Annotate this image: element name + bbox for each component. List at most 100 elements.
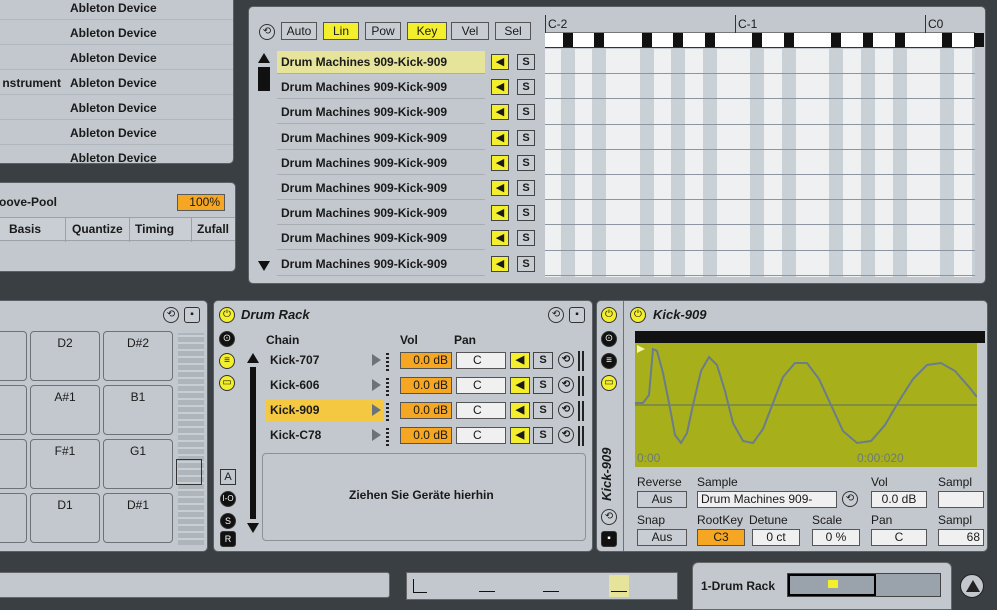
pad-overview-selector[interactable] [176, 459, 202, 485]
speaker-icon[interactable]: ◀ [491, 205, 509, 222]
sel-button[interactable]: Sel [495, 22, 531, 40]
solo-button[interactable]: S [517, 104, 535, 121]
hotswap-icon[interactable]: ⟲ [842, 491, 858, 507]
sample-select[interactable]: Drum Machines 909- [697, 491, 837, 508]
pad-overview[interactable] [178, 333, 204, 545]
hotswap-icon[interactable]: ⟲ [558, 427, 574, 443]
play-icon[interactable] [372, 404, 381, 416]
list-item[interactable]: Ableton Device [0, 45, 233, 70]
list-item[interactable]: Ableton Device [0, 145, 233, 163]
black-key[interactable] [973, 33, 984, 47]
lane-name[interactable]: Drum Machines 909-Kick-909 [277, 253, 485, 276]
vol-field[interactable]: 0.0 dB [871, 491, 927, 508]
macro-icon[interactable]: ⊙ [601, 331, 617, 347]
lane-row[interactable]: Drum Machines 909-Kick-909 ◀ S [277, 202, 543, 226]
sampl2-field[interactable]: 68 [938, 529, 984, 546]
sampl-field[interactable] [938, 491, 984, 508]
chain-row[interactable]: Kick-606 0.0 dB C ◀ S ⟲ [266, 374, 586, 397]
lane-row[interactable]: Drum Machines 909-Kick-909 ◀ S [277, 227, 543, 251]
solo-button[interactable]: S [517, 230, 535, 247]
chain-name[interactable]: Kick-909 [266, 399, 384, 422]
pad[interactable]: D#1 [103, 493, 173, 543]
pad[interactable]: A#1 [30, 385, 100, 435]
pad[interactable] [0, 439, 27, 489]
chain-row[interactable]: Kick-707 0.0 dB C ◀ S ⟲ [266, 349, 586, 372]
chain-list-icon[interactable]: ≡ [219, 353, 235, 369]
speaker-icon[interactable]: ◀ [491, 154, 509, 171]
chain-pan-field[interactable]: C [456, 427, 506, 444]
lin-button[interactable]: Lin [323, 22, 359, 40]
power-icon[interactable]: ⏻ [630, 307, 646, 323]
solo-button[interactable]: S [533, 352, 553, 369]
vel-button[interactable]: Vel [451, 22, 489, 40]
scroll-down-icon[interactable] [258, 261, 270, 271]
speaker-icon[interactable]: ◀ [491, 180, 509, 196]
view-icon[interactable]: ▭ [601, 375, 617, 391]
list-item[interactable]: Ableton Device [0, 20, 233, 45]
reverse-button[interactable]: Aus [637, 491, 687, 508]
list-icon[interactable]: ≡ [601, 353, 617, 369]
lane-row[interactable]: Drum Machines 909-Kick-909 ◀ S [277, 76, 543, 100]
snap-button[interactable]: Aus [637, 529, 687, 546]
save-icon[interactable]: ▪ [569, 307, 585, 323]
drop-zone[interactable]: Ziehen Sie Geräte hierhin [262, 453, 586, 541]
black-key[interactable] [562, 33, 573, 47]
header-basis[interactable]: Basis [9, 222, 41, 236]
pad[interactable]: 2 [0, 331, 27, 381]
speaker-icon[interactable]: ◀ [510, 377, 530, 394]
scrollbar-track[interactable] [250, 367, 256, 519]
lane-name[interactable]: Drum Machines 909-Kick-909 [277, 202, 485, 226]
black-key[interactable] [942, 33, 952, 47]
chain-name[interactable]: Kick-606 [266, 374, 384, 397]
save-icon[interactable]: ▪ [184, 307, 200, 323]
expand-icon[interactable] [960, 574, 984, 598]
lane-row[interactable]: Drum Machines 909-Kick-909 ◀ S [277, 127, 543, 150]
hotswap-icon[interactable]: ⟲ [558, 352, 574, 368]
lane-row[interactable]: Drum Machines 909-Kick-909 ◀ S [277, 152, 543, 175]
chain-power-icon[interactable]: ⏻ [601, 307, 617, 323]
lane-row[interactable]: Drum Machines 909-Kick-909 ◀ S [277, 51, 543, 74]
hotswap-icon[interactable]: ⟲ [558, 402, 574, 418]
chain-vol-field[interactable]: 0.0 dB [400, 402, 452, 419]
chain-row[interactable]: Kick-C78 0.0 dB C ◀ S ⟲ [266, 424, 586, 447]
fold-icon[interactable]: ⟲ [259, 24, 275, 40]
chain-vol-field[interactable]: 0.0 dB [400, 352, 452, 369]
device-view-icon[interactable]: ▭ [219, 375, 235, 391]
lane-name[interactable]: Drum Machines 909-Kick-909 [277, 127, 485, 150]
pad[interactable]: D#2 [103, 331, 173, 381]
key-button[interactable]: Key [407, 22, 447, 40]
pad[interactable]: D1 [30, 493, 100, 543]
black-key[interactable] [863, 33, 873, 47]
detune-field[interactable]: 0 ct [752, 529, 800, 546]
note-grid[interactable] [545, 49, 975, 277]
track-selector[interactable]: 1-Drum Rack [692, 562, 952, 610]
chain-name[interactable]: Kick-707 [266, 349, 384, 372]
pad[interactable]: D2 [30, 331, 100, 381]
device-overview[interactable] [787, 573, 941, 597]
header-timing[interactable]: Timing [135, 222, 174, 236]
chain-row[interactable]: Kick-909 0.0 dB C ◀ S ⟲ [266, 399, 586, 422]
hotswap-icon[interactable]: ⟲ [163, 307, 179, 323]
list-item[interactable]: nstrument Ableton Device [0, 70, 233, 95]
chain-vol-field[interactable]: 0.0 dB [400, 427, 452, 444]
solo-button[interactable]: S [517, 205, 535, 222]
lane-name[interactable]: Drum Machines 909-Kick-909 [277, 101, 485, 125]
speaker-icon[interactable]: ◀ [491, 54, 509, 70]
solo-button[interactable]: S [533, 377, 553, 394]
scroll-up-icon[interactable] [258, 53, 270, 63]
pow-button[interactable]: Pow [365, 22, 401, 40]
solo-button[interactable]: S [533, 427, 553, 444]
scroll-up-icon[interactable] [247, 353, 259, 363]
piano-keys[interactable] [545, 33, 984, 48]
list-item[interactable]: Ableton Device [0, 95, 233, 120]
lane-name[interactable]: Drum Machines 909-Kick-909 [277, 177, 485, 200]
speaker-icon[interactable]: ◀ [491, 129, 509, 146]
header-zufall[interactable]: Zufall [197, 222, 229, 236]
pad[interactable]: B1 [103, 385, 173, 435]
solo-button[interactable]: S [517, 154, 535, 171]
speaker-icon[interactable]: ◀ [491, 255, 509, 272]
lane-name[interactable]: Drum Machines 909-Kick-909 [277, 76, 485, 100]
chain-pan-field[interactable]: C [456, 377, 506, 394]
chain-pan-field[interactable]: C [456, 352, 506, 369]
pad[interactable]: G1 [103, 439, 173, 489]
